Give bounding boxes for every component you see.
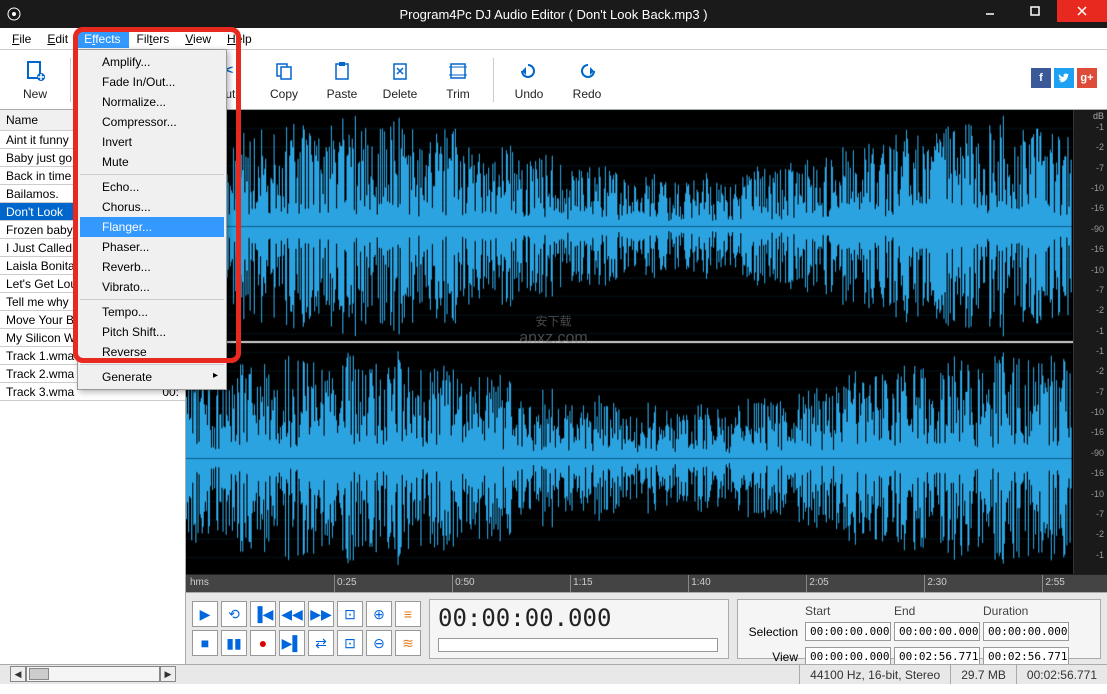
redo-icon — [575, 59, 599, 83]
menu-edit[interactable]: Edit — [39, 30, 76, 48]
stop-button[interactable]: ■ — [192, 630, 218, 656]
zoom-out-button[interactable]: ⊖ — [366, 630, 392, 656]
spectrum-button[interactable]: ≡ — [395, 601, 421, 627]
maximize-button[interactable] — [1012, 0, 1057, 22]
record-button[interactable]: ● — [250, 630, 276, 656]
skip-start-button[interactable]: ▐◀ — [250, 601, 276, 627]
status-format: 44100 Hz, 16-bit, Stereo — [799, 665, 950, 684]
menu-item-pitchshift[interactable]: Pitch Shift... — [80, 322, 224, 342]
menu-item-reverse[interactable]: Reverse — [80, 342, 224, 362]
menu-item-phaser[interactable]: Phaser... — [80, 237, 224, 257]
transport-buttons: ▶ ⟲ ▐◀ ◀◀ ▶▶ ⊡ ⊕ ≡ ■ ▮▮ ● ▶▌ ⇄ ⊡ ⊖ ≋ — [192, 601, 421, 656]
menu-item-invert[interactable]: Invert — [80, 132, 224, 152]
menu-item-amplify[interactable]: Amplify... — [80, 52, 224, 72]
undo-button[interactable]: Undo — [500, 52, 558, 108]
paste-icon — [330, 59, 354, 83]
zoom-fit-button[interactable]: ⊡ — [337, 601, 363, 627]
window-controls — [967, 0, 1107, 22]
menu-item-fadeinout[interactable]: Fade In/Out... — [80, 72, 224, 92]
window-title: Program4Pc DJ Audio Editor ( Don't Look … — [399, 7, 707, 22]
copy-button[interactable]: Copy — [255, 52, 313, 108]
waveform-area: dB -1-2-7-10-16-90-16-10-7-2-1-1-2-7-10-… — [186, 110, 1107, 664]
loop-button[interactable]: ⟲ — [221, 601, 247, 627]
menu-item-normalize[interactable]: Normalize... — [80, 92, 224, 112]
status-duration: 00:02:56.771 — [1016, 665, 1107, 684]
waveform-display[interactable]: dB -1-2-7-10-16-90-16-10-7-2-1-1-2-7-10-… — [186, 110, 1107, 574]
timeline[interactable]: hms 0:250:501:151:402:052:302:55 — [186, 574, 1107, 592]
menu-item-generate[interactable]: Generate — [80, 367, 224, 387]
delete-icon — [388, 59, 412, 83]
menu-file[interactable]: File — [4, 30, 39, 48]
sel-start[interactable]: 00:00:00.000 — [805, 622, 891, 641]
sel-dur[interactable]: 00:00:00.000 — [983, 622, 1069, 641]
menu-item-mute[interactable]: Mute — [80, 152, 224, 172]
scroll-right-icon[interactable]: ▶ — [160, 666, 176, 682]
new-label: New — [23, 87, 47, 101]
copy-icon — [272, 59, 296, 83]
clock-display: 00:00:00.000 — [438, 604, 720, 632]
facebook-button[interactable]: f — [1031, 68, 1051, 88]
googleplus-button[interactable]: g+ — [1077, 68, 1097, 88]
minimize-button[interactable] — [967, 0, 1012, 22]
new-button[interactable]: New — [6, 52, 64, 108]
transport-panel: ▶ ⟲ ▐◀ ◀◀ ▶▶ ⊡ ⊕ ≡ ■ ▮▮ ● ▶▌ ⇄ ⊡ ⊖ ≋ 00:… — [186, 592, 1107, 664]
pause-button[interactable]: ▮▮ — [221, 630, 247, 656]
menu-item-compressor[interactable]: Compressor... — [80, 112, 224, 132]
sidebar-scrollbar[interactable]: ◀ ▶ — [10, 666, 176, 682]
rewind-button[interactable]: ◀◀ — [279, 601, 305, 627]
app-icon — [6, 6, 22, 22]
menubar: File Edit Effects Filters View Help — [0, 28, 1107, 50]
menu-item-tempo[interactable]: Tempo... — [80, 302, 224, 322]
play-button[interactable]: ▶ — [192, 601, 218, 627]
trim-button[interactable]: Trim — [429, 52, 487, 108]
status-size: 29.7 MB — [950, 665, 1016, 684]
menu-item-reverb[interactable]: Reverb... — [80, 257, 224, 277]
menu-effects[interactable]: Effects — [76, 30, 128, 48]
statusbar: ◀ ▶ 44100 Hz, 16-bit, Stereo 29.7 MB 00:… — [0, 664, 1107, 684]
zoom-sel-button[interactable]: ⊡ — [337, 630, 363, 656]
undo-icon — [517, 59, 541, 83]
social-links: f g+ — [1031, 68, 1097, 88]
titlebar: Program4Pc DJ Audio Editor ( Don't Look … — [0, 0, 1107, 28]
twitter-button[interactable] — [1054, 68, 1074, 88]
paste-button[interactable]: Paste — [313, 52, 371, 108]
new-icon — [23, 59, 47, 83]
zoom-in-button[interactable]: ⊕ — [366, 601, 392, 627]
db-scale: dB -1-2-7-10-16-90-16-10-7-2-1-1-2-7-10-… — [1073, 110, 1107, 574]
menu-item-vibrato[interactable]: Vibrato... — [80, 277, 224, 297]
close-button[interactable] — [1057, 0, 1107, 22]
delete-button[interactable]: Delete — [371, 52, 429, 108]
scroll-left-icon[interactable]: ◀ — [10, 666, 26, 682]
progress-bar[interactable] — [438, 638, 718, 652]
effects-menu: Amplify...Fade In/Out...Normalize...Comp… — [77, 49, 227, 390]
menu-item-flanger[interactable]: Flanger... — [80, 217, 224, 237]
menu-view[interactable]: View — [177, 30, 219, 48]
clock-panel: 00:00:00.000 — [429, 599, 729, 659]
redo-button[interactable]: Redo — [558, 52, 616, 108]
menu-help[interactable]: Help — [219, 30, 260, 48]
menu-filters[interactable]: Filters — [129, 30, 178, 48]
forward-button[interactable]: ▶▶ — [308, 601, 334, 627]
menu-item-chorus[interactable]: Chorus... — [80, 197, 224, 217]
sel-end[interactable]: 00:00:00.000 — [894, 622, 980, 641]
trim-icon — [446, 59, 470, 83]
step-button[interactable]: ⇄ — [308, 630, 334, 656]
skip-end-button[interactable]: ▶▌ — [279, 630, 305, 656]
waveform-view-button[interactable]: ≋ — [395, 630, 421, 656]
menu-item-echo[interactable]: Echo... — [80, 177, 224, 197]
range-panel: Start End Duration Selection 00:00:00.00… — [737, 599, 1101, 659]
